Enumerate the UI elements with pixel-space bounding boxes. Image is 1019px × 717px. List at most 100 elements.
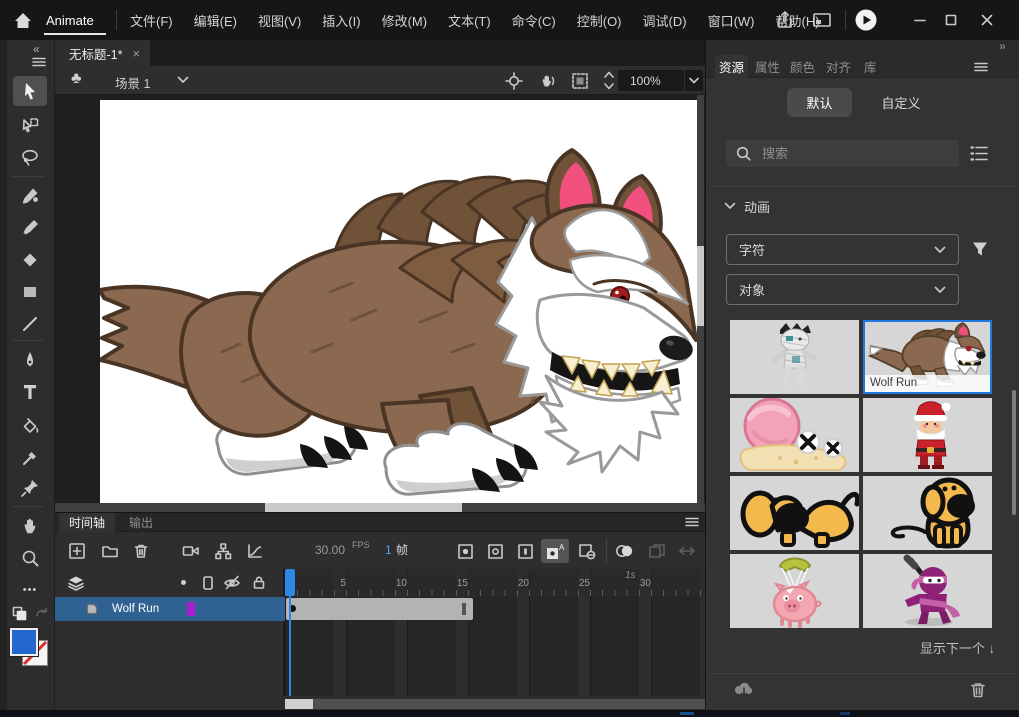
playhead-marker[interactable]	[285, 569, 295, 596]
fluid-brush-tool[interactable]	[13, 182, 47, 210]
stage-horizontal-scrollbar-thumb[interactable]	[265, 503, 462, 512]
cloud-download-icon[interactable]	[733, 680, 755, 703]
fps-value[interactable]: 30.00	[315, 543, 345, 557]
section-chevron-icon[interactable]	[724, 202, 736, 210]
new-layer-button[interactable]	[65, 539, 89, 563]
asset-item-ninja[interactable]	[863, 554, 992, 628]
text-tool[interactable]	[13, 378, 47, 406]
layer-outline-color-swatch[interactable]	[187, 602, 195, 616]
swap-colors-icon[interactable]	[12, 606, 30, 622]
rectangle-tool[interactable]	[13, 278, 47, 306]
scene-chevron-icon[interactable]	[177, 76, 189, 84]
share-icon[interactable]	[775, 10, 795, 30]
tab-output[interactable]: 输出	[119, 513, 163, 532]
stage-horizontal-scrollbar[interactable]	[55, 503, 705, 512]
section-title-animation[interactable]: 动画	[744, 197, 770, 216]
onion-skin-button[interactable]	[613, 539, 637, 563]
asset-item-mummy[interactable]	[730, 320, 859, 394]
line-tool[interactable]	[13, 310, 47, 338]
eyedropper-tool[interactable]	[13, 444, 47, 472]
zoom-level-dropdown-button[interactable]	[684, 70, 703, 91]
asset-item-wolf-run[interactable]: Wolf Run	[863, 320, 992, 394]
span-end-marker[interactable]	[462, 603, 466, 615]
test-movie-play-button[interactable]	[855, 9, 877, 36]
zoom-stepper[interactable]	[603, 69, 615, 92]
layer-row-wolf-run[interactable]: Wolf Run	[55, 597, 285, 621]
stage-vertical-scrollbar[interactable]	[697, 95, 704, 503]
panel-scrollbar-thumb[interactable]	[1012, 390, 1016, 515]
keyframe-span[interactable]	[286, 598, 473, 620]
rotate-canvas-icon[interactable]	[538, 72, 556, 95]
fill-color-swatch[interactable]	[10, 628, 38, 656]
auto-keyframe-toggle[interactable]: A	[541, 539, 569, 563]
menu-item-insert[interactable]: 插入(I)	[322, 11, 360, 30]
asset-item-pig-parachute[interactable]	[730, 554, 859, 628]
tab-properties[interactable]: 属性	[751, 55, 784, 78]
hide-layers-icon[interactable]	[223, 574, 241, 591]
asset-item-snail[interactable]	[730, 398, 859, 472]
menu-item-window[interactable]: 窗口(W)	[708, 11, 755, 30]
insert-blank-keyframe-button[interactable]	[483, 539, 507, 563]
custom-mode-button[interactable]: 自定义	[866, 88, 936, 117]
tab-align[interactable]: 对齐	[822, 55, 855, 78]
timeline-scrollbar-track[interactable]	[285, 699, 705, 709]
home-icon[interactable]	[13, 11, 33, 35]
tab-color[interactable]: 颜色	[786, 55, 819, 78]
insert-keyframe-button[interactable]	[453, 539, 477, 563]
menu-item-edit[interactable]: 编辑(E)	[194, 11, 237, 30]
stage-vertical-scrollbar-thumb[interactable]	[697, 246, 704, 326]
menu-item-text[interactable]: 文本(T)	[448, 11, 491, 30]
outline-view-icon[interactable]	[201, 575, 215, 591]
show-next-button[interactable]: 显示下一个 ↓	[920, 638, 995, 657]
menu-item-debug[interactable]: 调试(D)	[643, 11, 687, 30]
menu-item-view[interactable]: 视图(V)	[258, 11, 301, 30]
timeline-scrollbar[interactable]	[55, 696, 705, 711]
search-input[interactable]	[760, 145, 930, 162]
add-camera-button[interactable]	[179, 539, 203, 563]
subselection-tool[interactable]	[13, 112, 47, 140]
delete-layer-button[interactable]	[129, 539, 153, 563]
panel-menu-icon[interactable]	[974, 62, 988, 72]
delete-asset-icon[interactable]	[968, 680, 988, 700]
default-mode-button[interactable]: 默认	[787, 88, 852, 117]
layer-parenting-button[interactable]	[211, 539, 235, 563]
character-dropdown[interactable]: 字符	[726, 234, 959, 265]
menu-item-file[interactable]: 文件(F)	[130, 11, 173, 30]
timeline-ruler[interactable]: 1s 5 10 15 20 25 30 3	[285, 569, 705, 597]
layer-frames-row[interactable]	[285, 597, 705, 621]
zoom-level-field[interactable]: 100%	[618, 70, 684, 91]
toolbar-menu-icon[interactable]	[32, 57, 46, 67]
current-frame-value[interactable]: 1	[385, 543, 392, 557]
hand-tool[interactable]	[13, 512, 47, 540]
document-tab-close-icon[interactable]: ×	[132, 46, 140, 61]
lock-layers-icon[interactable]	[251, 574, 267, 590]
more-tools-button[interactable]: •••	[13, 576, 47, 604]
remove-frames-button[interactable]	[575, 539, 599, 563]
document-tab[interactable]: 无标题-1* ×	[55, 40, 150, 66]
menu-item-control[interactable]: 控制(O)	[577, 11, 622, 30]
menu-item-modify[interactable]: 修改(M)	[382, 11, 428, 30]
lasso-tool[interactable]	[13, 144, 47, 172]
frame-graph-button[interactable]	[243, 539, 267, 563]
timeline-menu-icon[interactable]	[685, 517, 699, 527]
asset-item-dog-crawl[interactable]	[730, 476, 859, 550]
paint-bucket-tool[interactable]	[13, 412, 47, 440]
tab-timeline[interactable]: 时间轴	[59, 513, 115, 532]
center-stage-icon[interactable]	[505, 72, 523, 90]
maximize-button[interactable]	[936, 7, 966, 33]
minimize-button[interactable]	[905, 7, 935, 33]
scene-clover-icon[interactable]: ♣	[71, 70, 82, 88]
filter-icon[interactable]	[971, 240, 989, 263]
close-button[interactable]	[972, 7, 1002, 33]
object-dropdown[interactable]: 对象	[726, 274, 959, 305]
collapse-panel-icon[interactable]: «	[33, 42, 40, 56]
pen-tool[interactable]	[13, 346, 47, 374]
highlight-layers-icon[interactable]	[181, 580, 186, 585]
list-view-icon[interactable]	[969, 145, 989, 162]
collapse-panels-icon[interactable]: »	[999, 39, 1006, 53]
workspace-icon[interactable]	[812, 11, 832, 29]
clip-content-icon[interactable]	[571, 72, 589, 90]
classic-brush-tool[interactable]	[13, 214, 47, 242]
stage-pasteboard[interactable]	[55, 95, 705, 512]
timeline-scrollbar-thumb[interactable]	[285, 699, 313, 709]
